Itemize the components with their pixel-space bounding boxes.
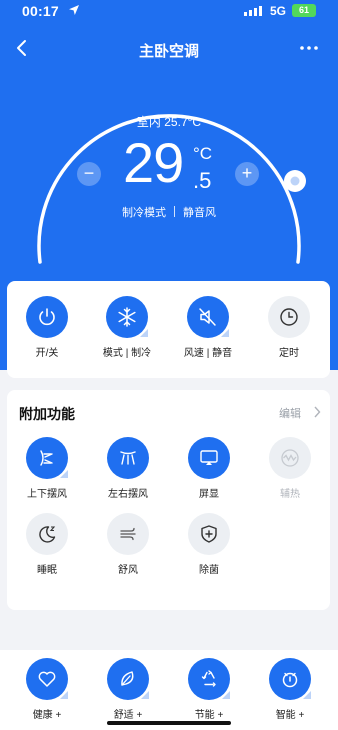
mode-label: 模式 | 制冷 [102, 348, 152, 359]
health-circle [26, 658, 68, 700]
recycle-icon [201, 670, 216, 687]
decrease-temp-button[interactable]: − [77, 162, 101, 186]
temperature-unit: °C [193, 144, 213, 163]
chevron-right-icon[interactable] [313, 406, 321, 418]
page-title: 主卧空调 [138, 43, 199, 60]
separator [174, 206, 175, 217]
submenu-corner-indicator [141, 691, 149, 699]
smart-circle [269, 658, 311, 700]
signal-bars-icon [244, 6, 262, 16]
location-arrow-icon [69, 5, 79, 15]
sleep-label: 睡眠 [37, 565, 57, 576]
smart-tab[interactable]: 智能 + [250, 658, 330, 721]
target-temperature: 29 [123, 131, 184, 194]
aux-heat-button[interactable]: 辅热 [250, 437, 330, 500]
mode-summary: 制冷模式 静音风 [0, 204, 338, 220]
submenu-corner-indicator [60, 691, 68, 699]
fan-speed-button[interactable]: 风速 | 静音 [168, 296, 248, 359]
sterilize-circle [188, 513, 230, 555]
health-tab[interactable]: 健康 + [7, 658, 87, 721]
health-label: 健康 + [32, 710, 62, 721]
vertical-swing-label: 上下摆风 [27, 489, 67, 500]
sterilize-button[interactable]: 除菌 [169, 513, 249, 576]
screen-display-icon [200, 450, 218, 465]
main-controls-card: 开/关 模式 | 制冷 风速 | 静音 定时 [7, 281, 330, 378]
aux-heat-label: 辅热 [280, 489, 300, 500]
mode-text: 制冷模式 [122, 207, 166, 219]
breeze-circle [107, 513, 149, 555]
status-bar: 00:17 5G 61 [0, 0, 338, 24]
aux-heat-icon [281, 449, 299, 467]
status-time: 00:17 [22, 3, 59, 19]
power-button[interactable]: 开/关 [7, 296, 87, 359]
horizontal-swing-label: 左右摆风 [108, 489, 148, 500]
breeze-label: 舒风 [118, 565, 138, 576]
timer-button[interactable]: 定时 [249, 296, 329, 359]
snowflake-icon [118, 307, 136, 327]
sterilize-label: 除菌 [199, 565, 219, 576]
horizontal-swing-icon [120, 451, 136, 465]
increase-temp-button[interactable]: + [235, 162, 259, 186]
breeze-button[interactable]: 舒风 [88, 513, 168, 576]
submenu-corner-indicator [60, 470, 68, 478]
smart-label: 智能 + [275, 710, 305, 721]
energy-saving-circle [188, 658, 230, 700]
leaf-icon [121, 671, 134, 686]
home-indicator [107, 721, 231, 725]
features-title: 附加功能 [19, 406, 75, 422]
sleep-button[interactable]: 睡眠 [7, 513, 87, 576]
timer-circle [268, 296, 310, 338]
submenu-corner-indicator [222, 691, 230, 699]
screen-display-button[interactable]: 屏显 [169, 437, 249, 500]
battery-indicator: 61 [292, 4, 316, 17]
horizontal-swing-circle [107, 437, 149, 479]
heart-icon [38, 671, 56, 687]
bottom-nav: 健康 + 舒适 + 节能 + 智能 + [0, 650, 338, 730]
temperature-decimal: .5 [193, 168, 212, 193]
edit-link[interactable]: 编辑 [279, 405, 301, 421]
network-type: 5G [270, 4, 287, 18]
comfort-circle [107, 658, 149, 700]
more-icon[interactable] [298, 38, 320, 58]
shield-plus-icon [201, 525, 217, 543]
speaker-mute-icon [199, 308, 216, 326]
sleep-circle [26, 513, 68, 555]
vertical-swing-icon [40, 450, 53, 466]
fan-speed-label: 风速 | 静音 [183, 348, 233, 359]
submenu-corner-indicator [303, 691, 311, 699]
submenu-corner-indicator [140, 329, 148, 337]
breeze-icon [120, 527, 136, 541]
aux-heat-circle [269, 437, 311, 479]
power-circle [26, 296, 68, 338]
clock-icon [280, 308, 298, 326]
comfort-tab[interactable]: 舒适 + [88, 658, 168, 721]
timer-label: 定时 [279, 348, 299, 359]
energy-saving-label: 节能 + [194, 710, 224, 721]
smart-clock-icon [282, 672, 298, 688]
additional-features-card: 附加功能 编辑 上下摆风 左右摆风 屏显 辅热 睡眠 舒风 除菌 [7, 390, 330, 610]
power-label: 开/关 [35, 348, 59, 359]
horizontal-swing-button[interactable]: 左右摆风 [88, 437, 168, 500]
fan-text: 静音风 [183, 207, 216, 219]
mode-circle [106, 296, 148, 338]
comfort-label: 舒适 + [113, 710, 143, 721]
fan-speed-circle [187, 296, 229, 338]
indoor-temperature: 室内 25.7°C [136, 115, 202, 129]
power-icon [39, 308, 55, 326]
mode-button[interactable]: 模式 | 制冷 [87, 296, 167, 359]
vertical-swing-button[interactable]: 上下摆风 [7, 437, 87, 500]
vertical-swing-circle [26, 437, 68, 479]
submenu-corner-indicator [221, 329, 229, 337]
screen-display-label: 屏显 [199, 489, 219, 500]
energy-saving-tab[interactable]: 节能 + [169, 658, 249, 721]
screen-display-circle [188, 437, 230, 479]
moon-icon [39, 526, 56, 543]
